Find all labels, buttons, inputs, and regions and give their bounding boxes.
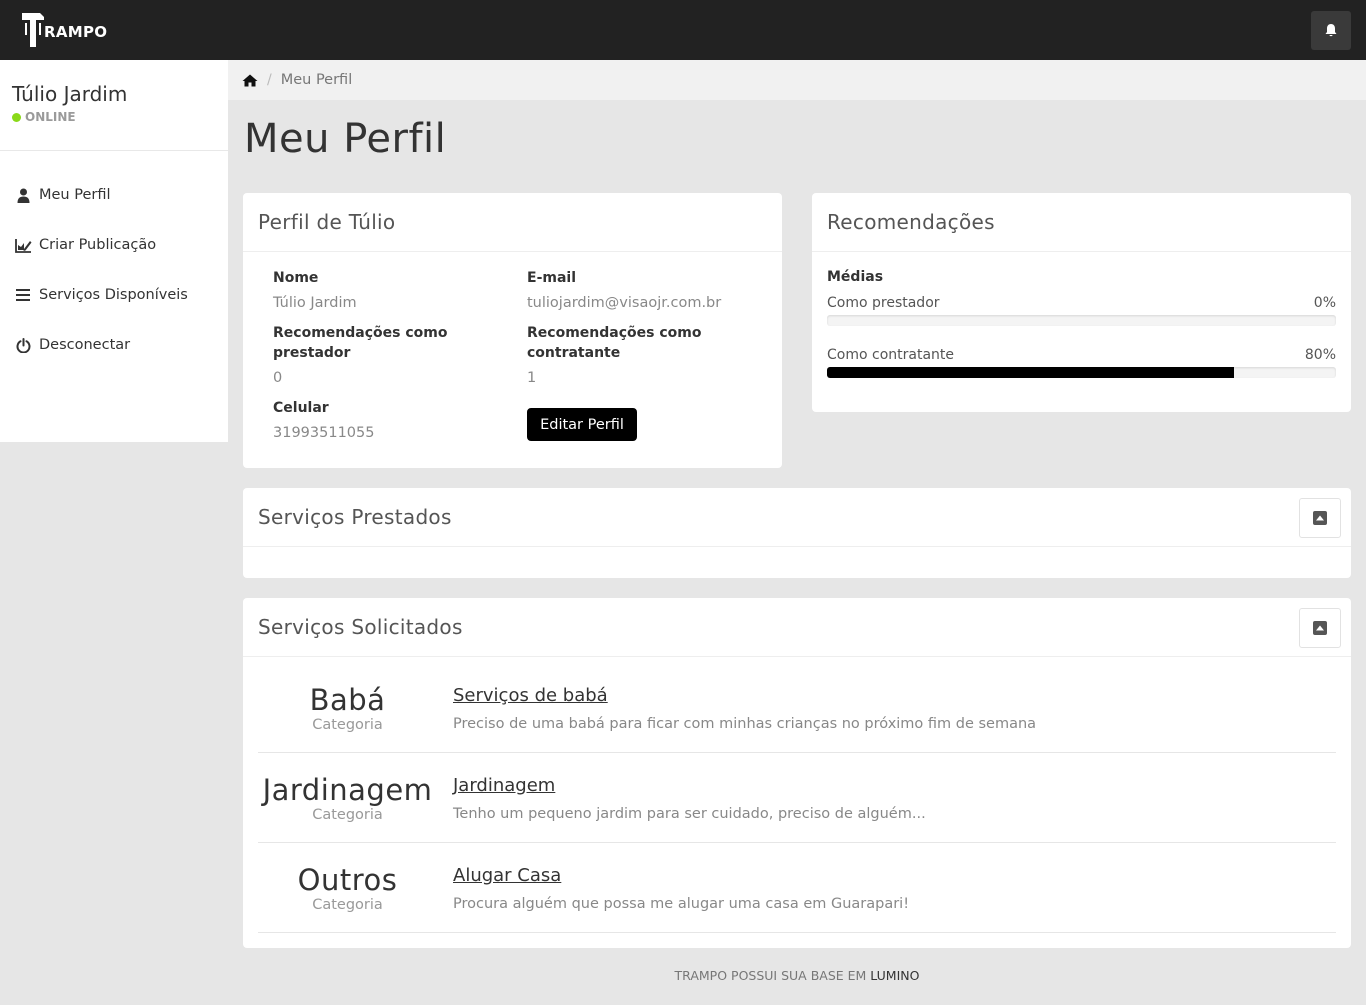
online-dot-icon [12, 112, 21, 122]
sidebar-item-servicos-disponiveis[interactable]: Serviços Disponíveis [14, 284, 188, 306]
recommendations-panel-heading: Recomendações [812, 193, 1351, 252]
client-progress-fill [827, 367, 1235, 378]
rec-client-value: 1 [527, 370, 537, 386]
client-progress-track [827, 367, 1336, 378]
provider-progress-value: 0% [1313, 295, 1336, 311]
service-description: Preciso de uma babá para ficar com minha… [453, 716, 1037, 732]
service-category: Babá Categoria [258, 683, 437, 733]
services-requested-heading: Serviços Solicitados [243, 598, 1351, 657]
name-value: Túlio Jardim [273, 295, 357, 311]
services-requested-panel: Serviços Solicitados Babá Categoria Serv… [243, 598, 1351, 948]
phone-label: Celular [273, 400, 329, 416]
sidebar-divider [0, 150, 228, 151]
rec-client-label-line2: contratante [527, 345, 621, 361]
sidebar-item-label: Serviços Disponíveis [39, 287, 188, 303]
profile-panel: Perfil de Túlio Nome Túlio Jardim E-mail… [243, 193, 782, 468]
breadcrumb: / Meu Perfil [228, 60, 1366, 100]
category-name: Outros [297, 863, 398, 897]
sidebar-item-label: Criar Publicação [39, 237, 157, 253]
services-provided-panel: Serviços Prestados [243, 488, 1351, 578]
service-title-link[interactable]: Alugar Casa [453, 865, 561, 886]
provider-progress-label: Como prestador [827, 295, 940, 311]
sidebar-item-label: Desconectar [39, 337, 131, 353]
email-field: E-mail tuliojardim@visaojr.com.br [527, 268, 721, 313]
rec-provider-field: Recomendações como prestador 0 [273, 323, 447, 388]
service-title-link[interactable]: Jardinagem [453, 775, 555, 796]
service-category: Outros Categoria [258, 863, 437, 913]
user-status: ONLINE [12, 110, 76, 124]
logo-text: RAMPO [44, 22, 108, 41]
breadcrumb-separator: / [267, 72, 272, 88]
name-label: Nome [273, 270, 319, 286]
user-name: Túlio Jardim [12, 82, 128, 106]
category-label: Categoria [312, 717, 383, 733]
home-icon[interactable] [242, 74, 258, 87]
profile-panel-heading: Perfil de Túlio [243, 193, 782, 252]
list-icon [14, 287, 32, 303]
status-text: ONLINE [25, 110, 76, 124]
rec-client-field: Recomendações como contratante 1 [527, 323, 701, 388]
client-progress-value: 80% [1304, 347, 1336, 363]
breadcrumb-current: Meu Perfil [280, 72, 353, 88]
hammer-logo-icon [22, 13, 44, 47]
bell-icon [1325, 24, 1337, 37]
email-value: tuliojardim@visaojr.com.br [527, 295, 722, 311]
provider-progress-track [827, 315, 1336, 326]
category-name: Jardinagem [262, 773, 433, 807]
services-provided-title: Serviços Prestados [258, 505, 452, 529]
sidebar-item-meu-perfil[interactable]: Meu Perfil [14, 184, 111, 206]
category-name: Babá [309, 683, 386, 717]
service-category: Jardinagem Categoria [258, 773, 437, 823]
list-item: Babá Categoria Serviços de babá Preciso … [258, 663, 1336, 753]
power-icon [14, 337, 32, 353]
user-icon [14, 187, 32, 203]
services-requested-title: Serviços Solicitados [258, 615, 463, 639]
rec-client-label: Recomendações como contratante [527, 323, 701, 363]
sidebar: Túlio Jardim ONLINE Meu Perfil Criar Pub… [0, 60, 228, 442]
rec-provider-label-line2: prestador [273, 345, 351, 361]
footer-brand-link[interactable]: LUMINO [870, 968, 919, 983]
sidebar-item-criar-publicacao[interactable]: Criar Publicação [14, 234, 156, 256]
name-field: Nome Túlio Jardim [273, 268, 357, 313]
provider-progress: Como prestador 0% [827, 294, 1336, 326]
recommendations-panel: Recomendações Médias Como prestador 0% C… [812, 193, 1351, 412]
footer-text: TRAMPO POSSUI SUA BASE EM [674, 968, 871, 983]
averages-subtitle: Médias [827, 269, 884, 285]
collapse-services-provided-button[interactable] [1299, 498, 1341, 538]
list-item: Jardinagem Categoria Jardinagem Tenho um… [258, 753, 1336, 843]
client-progress: Como contratante 80% [827, 346, 1336, 378]
notifications-button[interactable] [1311, 11, 1351, 50]
phone-value: 31993511055 [273, 425, 375, 441]
rec-client-label-line1: Recomendações como [527, 325, 702, 341]
edit-chart-icon [14, 237, 32, 253]
category-label: Categoria [312, 897, 383, 913]
top-navbar: RAMPO [0, 0, 1366, 60]
caret-up-square-icon [1313, 511, 1327, 525]
rec-provider-label: Recomendações como prestador [273, 323, 447, 363]
services-provided-heading: Serviços Prestados [243, 488, 1351, 547]
sidebar-item-desconectar[interactable]: Desconectar [14, 334, 130, 356]
footer: TRAMPO POSSUI SUA BASE EM LUMINO [243, 968, 1351, 983]
collapse-services-requested-button[interactable] [1299, 608, 1341, 648]
service-title-link[interactable]: Serviços de babá [453, 685, 608, 706]
list-item: Outros Categoria Alugar Casa Procura alg… [258, 843, 1336, 933]
page-title: Meu Perfil [244, 116, 447, 162]
rec-provider-value: 0 [273, 370, 283, 386]
service-description: Procura alguém que possa me alugar uma c… [453, 896, 910, 912]
phone-field: Celular 31993511055 [273, 398, 374, 443]
service-description: Tenho um pequeno jardim para ser cuidado… [453, 806, 926, 822]
rec-provider-label-line1: Recomendações como [273, 325, 448, 341]
edit-profile-button[interactable]: Editar Perfil [527, 408, 637, 441]
category-label: Categoria [312, 807, 383, 823]
email-label: E-mail [527, 270, 577, 286]
sidebar-item-label: Meu Perfil [39, 187, 111, 203]
client-progress-label: Como contratante [827, 347, 954, 363]
caret-up-square-icon [1313, 621, 1327, 635]
trampo-logo[interactable]: RAMPO [20, 11, 107, 49]
